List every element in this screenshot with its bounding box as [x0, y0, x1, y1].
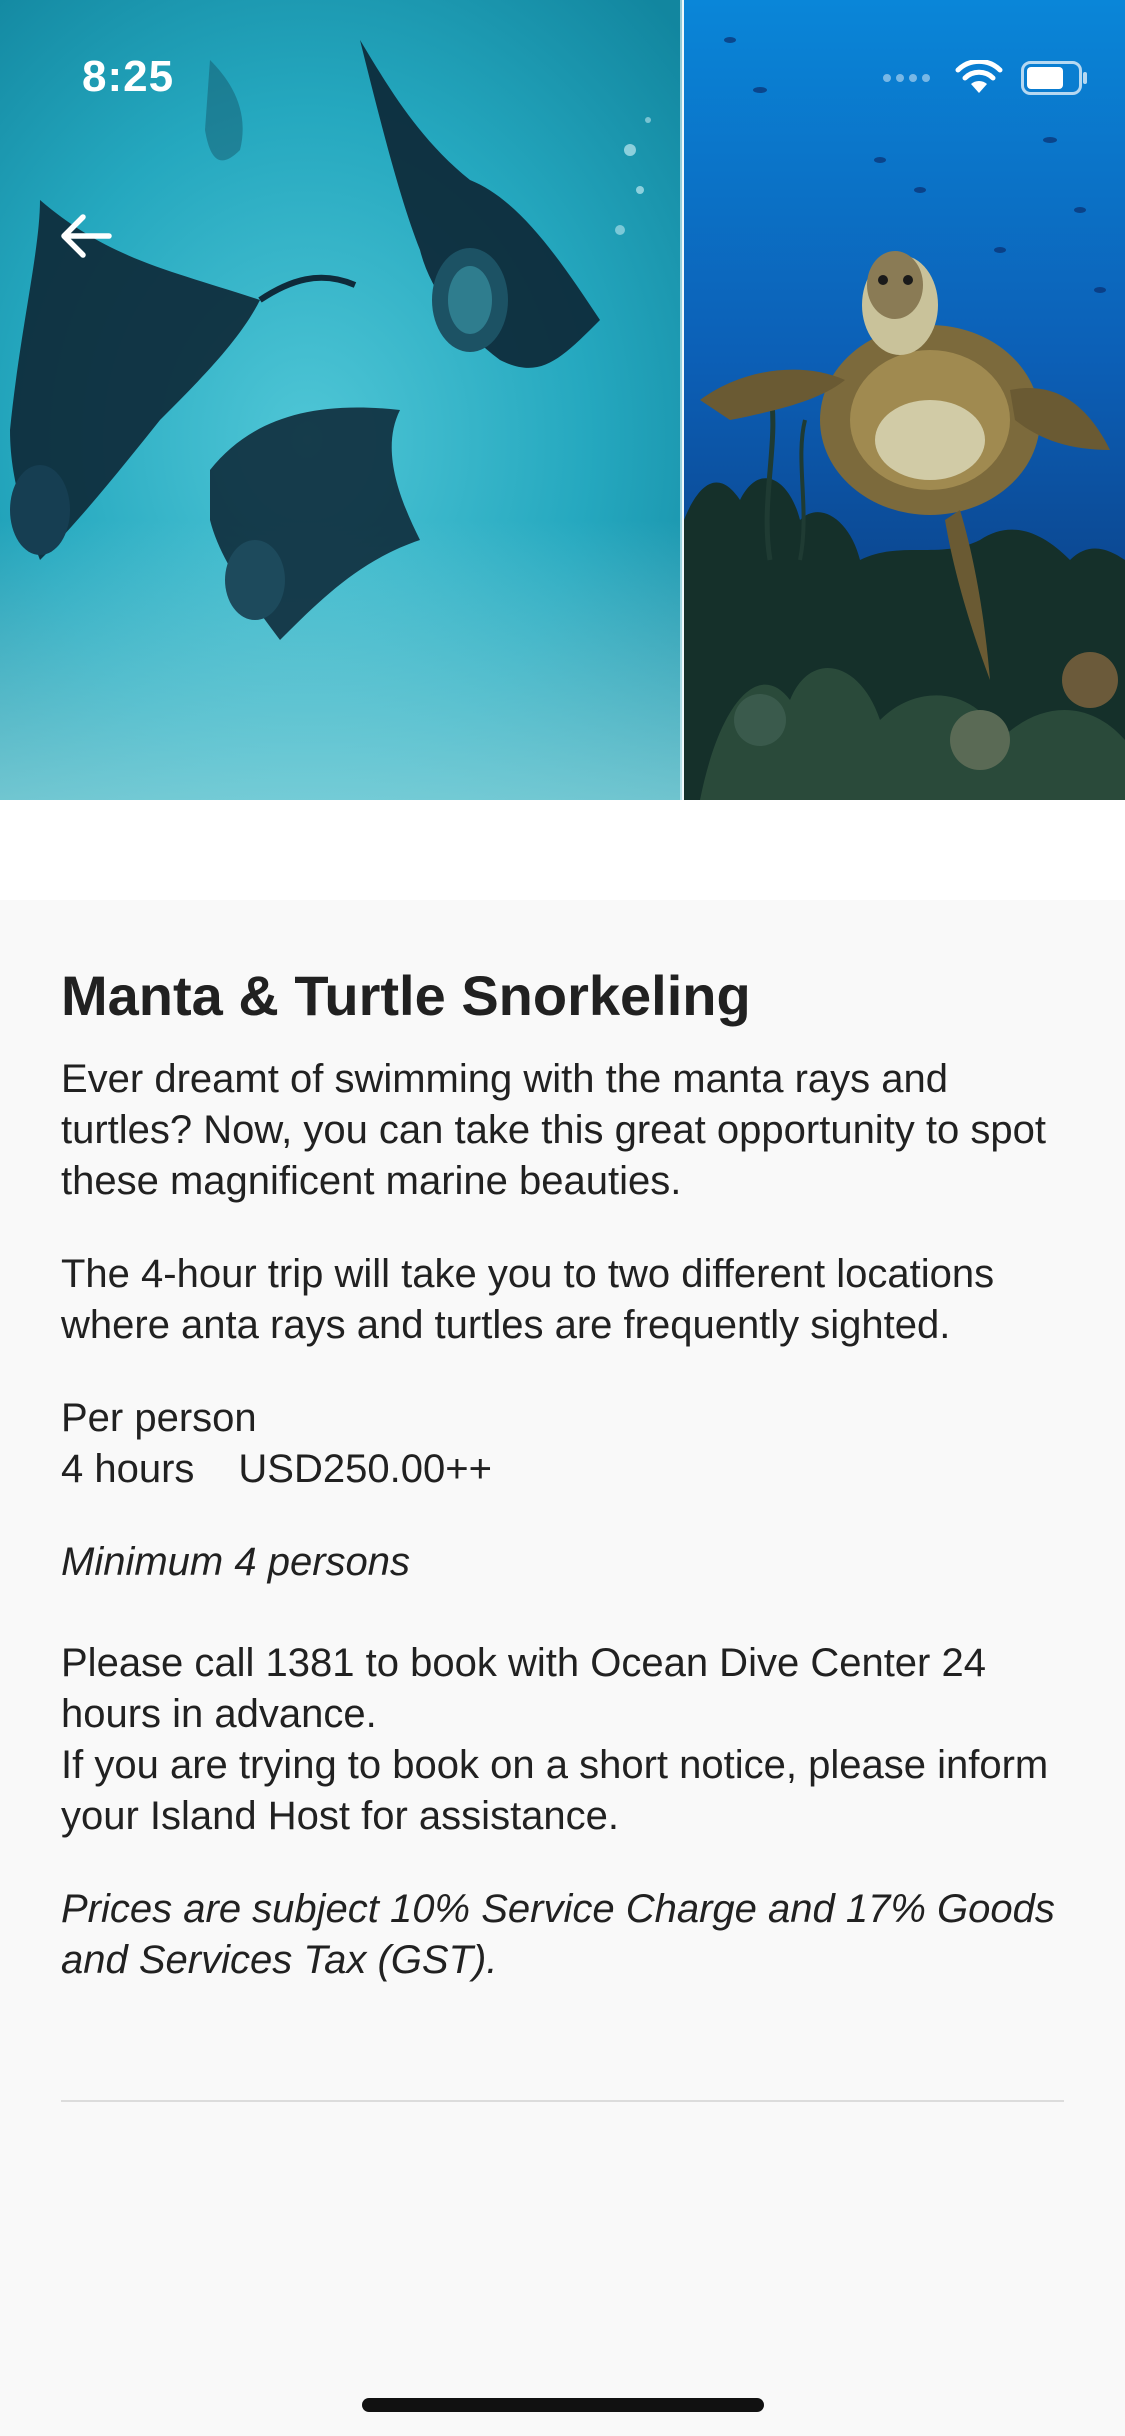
description-paragraph-1: Ever dreamt of swimming with the manta r…	[61, 1057, 1046, 1203]
signal-icon	[883, 74, 930, 82]
home-indicator[interactable]	[362, 2398, 764, 2412]
duration: 4 hours	[61, 1447, 195, 1491]
divider	[61, 2100, 1064, 2102]
price-basis: Per person	[61, 1396, 257, 1440]
price-row: 4 hours USD250.00++	[61, 1444, 1071, 1495]
activity-detail-screen: 8:25 Manta & Turtle Snorkeling Ever drea…	[0, 0, 1125, 2436]
manta-rays-photo	[0, 0, 682, 800]
arrow-left-icon	[61, 214, 112, 258]
tax-note: Prices are subject 10% Service Charge an…	[61, 1887, 1055, 1982]
status-time: 8:25	[82, 52, 175, 101]
booking-instructions: Please call 1381 to book with Ocean Dive…	[61, 1641, 986, 1736]
short-notice-instructions: If you are trying to book on a short not…	[61, 1743, 1049, 1838]
activity-title: Manta & Turtle Snorkeling	[61, 964, 751, 1027]
battery-icon	[1021, 61, 1087, 95]
description-paragraph-2: The 4-hour trip will take you to two dif…	[61, 1252, 995, 1347]
back-button[interactable]	[50, 200, 122, 272]
minimum-persons: Minimum 4 persons	[61, 1540, 411, 1584]
hero-bottom-band	[0, 800, 1125, 900]
activity-content: Manta & Turtle Snorkeling Ever dreamt of…	[61, 958, 1071, 1986]
status-icons	[881, 60, 1089, 96]
price: USD250.00++	[238, 1447, 492, 1491]
turtle-photo	[684, 0, 1125, 800]
wifi-icon	[955, 60, 1003, 93]
hero-image	[0, 0, 1125, 800]
